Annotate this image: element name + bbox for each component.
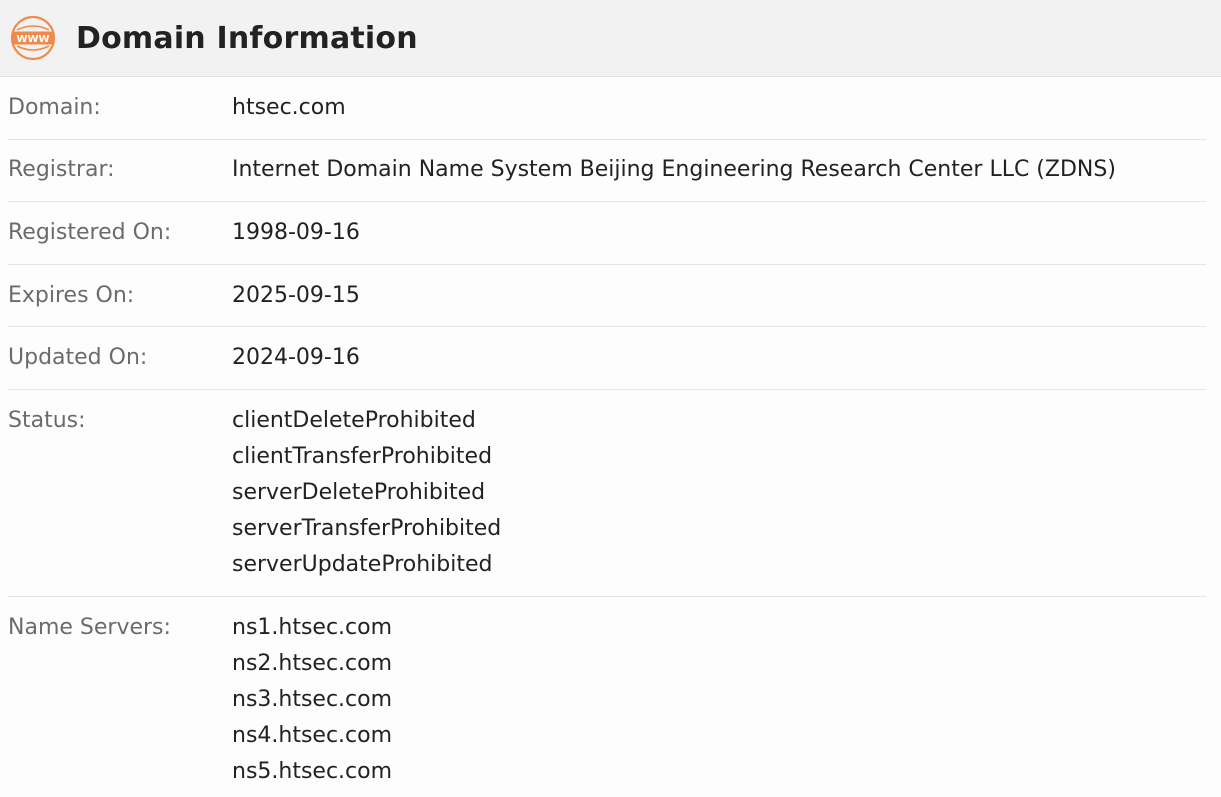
panel-header: WWW Domain Information — [0, 0, 1221, 77]
value-domain: htsec.com — [232, 94, 346, 120]
row-domain: Domain: htsec.com — [8, 77, 1206, 140]
name-server-item: ns1.htsec.com — [232, 614, 393, 640]
value-updated-on: 2024-09-16 — [232, 345, 360, 371]
www-globe-icon: WWW — [9, 14, 57, 62]
name-server-item: ns5.htsec.com — [232, 758, 393, 784]
status-item: clientDeleteProhibited — [232, 407, 476, 433]
name-server-list: ns1.htsec.com ns2.htsec.com ns3.htsec.co… — [232, 610, 392, 790]
label-status: Status: — [8, 407, 86, 433]
status-item: serverUpdateProhibited — [232, 551, 493, 577]
value-registered-on: 1998-09-16 — [232, 219, 360, 245]
row-registered-on: Registered On: 1998-09-16 — [8, 202, 1206, 265]
name-server-item: ns3.htsec.com — [232, 686, 393, 712]
domain-information-panel: WWW Domain Information Domain: htsec.com… — [0, 0, 1221, 797]
label-registrar: Registrar: — [8, 157, 115, 183]
row-expires-on: Expires On: 2025-09-15 — [8, 265, 1206, 328]
row-registrar: Registrar: Internet Domain Name System B… — [8, 140, 1206, 203]
status-item: clientTransferProhibited — [232, 443, 493, 469]
row-updated-on: Updated On: 2024-09-16 — [8, 327, 1206, 390]
name-server-item: ns4.htsec.com — [232, 722, 393, 748]
svg-text:WWW: WWW — [16, 34, 49, 45]
value-registrar: Internet Domain Name System Beijing Engi… — [232, 157, 1116, 183]
label-updated-on: Updated On: — [8, 345, 148, 371]
row-status: Status: clientDeleteProhibited clientTra… — [8, 390, 1206, 597]
name-server-item: ns2.htsec.com — [232, 650, 393, 676]
label-registered-on: Registered On: — [8, 219, 172, 245]
page-title: Domain Information — [76, 20, 418, 56]
label-name-servers: Name Servers: — [8, 614, 171, 640]
row-name-servers: Name Servers: ns1.htsec.com ns2.htsec.co… — [8, 597, 1206, 797]
label-domain: Domain: — [8, 94, 101, 120]
domain-info-table: Domain: htsec.com Registrar: Internet Do… — [0, 77, 1221, 797]
status-item: serverTransferProhibited — [232, 515, 502, 541]
label-expires-on: Expires On: — [8, 282, 135, 308]
value-expires-on: 2025-09-15 — [232, 282, 360, 308]
status-list: clientDeleteProhibited clientTransferPro… — [232, 403, 501, 583]
status-item: serverDeleteProhibited — [232, 479, 486, 505]
